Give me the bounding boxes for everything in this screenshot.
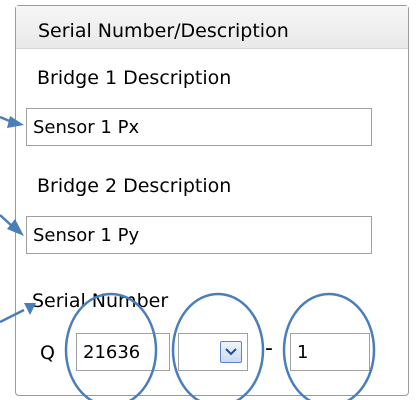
annotation-arrow-line-2 [0,214,13,227]
annotation-arrow-line-1 [0,115,13,124]
bridge2-label: Bridge 2 Description [37,175,232,197]
chevron-down-icon [225,348,237,356]
combo-dropdown-button[interactable] [220,341,242,363]
bridge2-description-field[interactable] [26,216,372,254]
serial-number-label: Serial Number [32,290,169,312]
serial-suffix-field[interactable] [290,333,370,371]
serial-number-field[interactable] [76,333,170,371]
serial-prefix-label: Q [40,342,55,364]
bridge1-description-field[interactable] [26,108,372,146]
panel-title: Serial Number/Description [38,20,289,42]
serial-combo-box[interactable] [178,333,248,371]
serial-separator: - [265,336,273,361]
bridge1-label: Bridge 1 Description [37,67,232,89]
